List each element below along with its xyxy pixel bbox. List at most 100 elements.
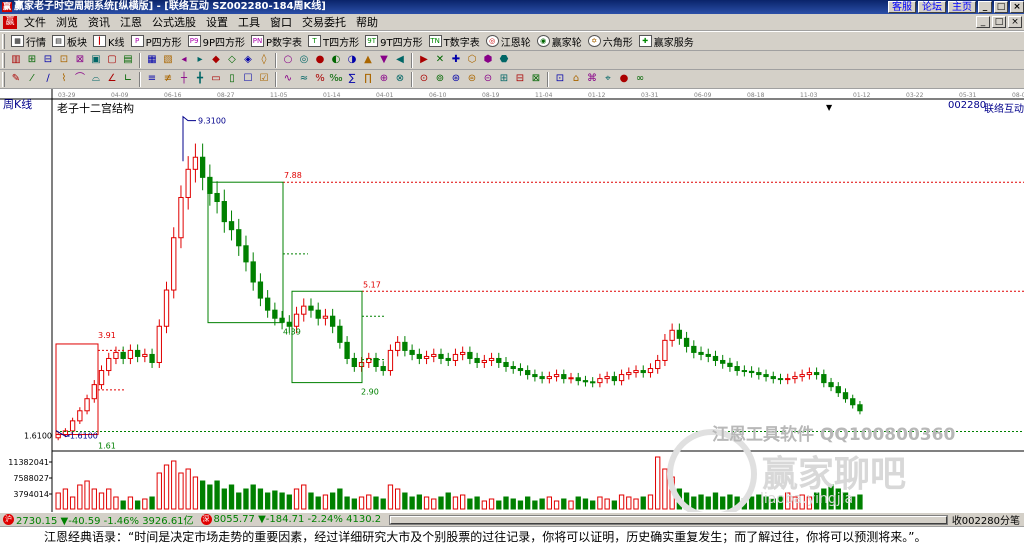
menu-info[interactable]: 资讯 [83,14,115,30]
indicator-tool-icon[interactable]: ⊟ [513,72,527,86]
indicator-tool-icon[interactable]: ⊡ [553,72,567,86]
drawing-tool-icon[interactable]: ◆ [209,53,223,67]
drawing-tool-icon[interactable]: ◇ [225,53,239,67]
customer-service-link[interactable]: 客服 [888,1,916,13]
indicator-tool-icon[interactable]: ∠ [105,72,119,86]
drawing-tool-icon[interactable]: ▤ [121,53,135,67]
mdi-minimize-button[interactable]: _ [976,16,990,28]
toolbar-sectors-button[interactable]: ▤ 板块 [49,33,90,49]
drawing-tool-icon[interactable]: ⊟ [41,53,55,67]
drawing-tool-icon[interactable]: ◊ [257,53,271,67]
indicator-tool-icon[interactable]: ⊚ [433,72,447,86]
chart-scrollbar[interactable] [389,514,948,525]
indicator-tool-icon[interactable]: ⊛ [449,72,463,86]
indicator-tool-icon[interactable]: ☑ [257,72,271,86]
drawing-tool-icon[interactable]: ⊠ [73,53,87,67]
toolbar-service-button[interactable]: ✚ 赢家服务 [636,33,697,49]
close-button[interactable]: × [1010,1,1024,13]
indicator-tool-icon[interactable]: ☐ [241,72,255,86]
toolbar-p-table-button[interactable]: PN P数字表 [248,33,305,49]
indicator-tool-icon[interactable]: ⌇ [57,72,71,86]
indicator-tool-icon[interactable]: ∕ [41,72,55,86]
mdi-restore-button[interactable]: □ [992,16,1006,28]
homepage-link[interactable]: 主页 [948,1,976,13]
drawing-tool-icon[interactable]: ⬣ [497,53,511,67]
forum-link[interactable]: 论坛 [918,1,946,13]
drawing-tool-icon[interactable]: ▢ [105,53,119,67]
drawing-tool-icon[interactable]: ▸ [193,53,207,67]
indicator-tool-icon[interactable]: ● [617,72,631,86]
indicator-tool-icon[interactable]: ⊠ [529,72,543,86]
toolbar-grip[interactable] [2,71,5,87]
toolbar-9p-square-button[interactable]: P9 9P四方形 [185,33,248,49]
indicator-tool-icon[interactable]: ⊗ [393,72,407,86]
indicator-tool-icon[interactable]: ⌒ [73,72,87,86]
drawing-tool-icon[interactable]: ◐ [329,53,343,67]
drawing-tool-icon[interactable]: ⊡ [57,53,71,67]
indicator-tool-icon[interactable]: ≈ [297,72,311,86]
indicator-tool-icon[interactable]: ⊙ [417,72,431,86]
menu-help[interactable]: 帮助 [351,14,383,30]
indicator-tool-icon[interactable]: ≢ [161,72,175,86]
toolbar-9t-square-button[interactable]: 9T 9T四方形 [362,33,425,49]
menu-formula[interactable]: 公式选股 [147,14,201,30]
indicator-tool-icon[interactable]: ≡ [145,72,159,86]
menu-browse[interactable]: 浏览 [51,14,83,30]
indicator-tool-icon[interactable]: ✎ [9,72,23,86]
tick-data-label[interactable]: 收002280分笔 [952,513,1020,526]
drawing-tool-icon[interactable]: ▧ [161,53,175,67]
drawing-tool-icon[interactable]: ▼ [377,53,391,67]
drawing-tool-icon[interactable]: ● [313,53,327,67]
indicator-tool-icon[interactable]: ∟ [121,72,135,86]
indicator-tool-icon[interactable]: ‰ [329,72,343,86]
drawing-tool-icon[interactable]: ◀ [393,53,407,67]
indicator-tool-icon[interactable]: ⌖ [601,72,615,86]
indicator-tool-icon[interactable]: ∿ [281,72,295,86]
toolbar-kline-button[interactable]: ┃ K线 [90,33,128,49]
drawing-tool-icon[interactable]: ▥ [9,53,23,67]
drawing-tool-icon[interactable]: ✕ [433,53,447,67]
indicator-tool-icon[interactable]: ⁄ [25,72,39,86]
indicator-tool-icon[interactable]: ⌂ [569,72,583,86]
minimize-button[interactable]: _ [978,1,992,13]
mdi-close-button[interactable]: × [1008,16,1022,28]
drawing-tool-icon[interactable]: ⬢ [481,53,495,67]
drawing-tool-icon[interactable]: ✚ [449,53,463,67]
indicator-tool-icon[interactable]: ∞ [633,72,647,86]
toolbar-p-square-button[interactable]: P P四方形 [128,33,185,49]
indicator-tool-icon[interactable]: ▯ [225,72,239,86]
menu-trade[interactable]: 交易委托 [297,14,351,30]
toolbar-t-square-button[interactable]: T T四方形 [305,33,362,49]
menu-gann[interactable]: 江恩 [115,14,147,30]
indicator-tool-icon[interactable]: ┼ [177,72,191,86]
shanghai-index-icon[interactable]: 沪 [3,514,14,525]
indicator-tool-icon[interactable]: ⌘ [585,72,599,86]
drawing-tool-icon[interactable]: ⊞ [25,53,39,67]
menu-settings[interactable]: 设置 [201,14,233,30]
drawing-tool-icon[interactable]: ◈ [241,53,255,67]
indicator-tool-icon[interactable]: ╋ [193,72,207,86]
toolbar-grip[interactable] [2,33,5,49]
menu-tools[interactable]: 工具 [233,14,265,30]
menu-window[interactable]: 窗口 [265,14,297,30]
scrollbar-thumb[interactable] [390,515,947,524]
toolbar-t-table-button[interactable]: TN T数字表 [426,33,483,49]
shenzhen-index-icon[interactable]: 深 [200,514,212,525]
drawing-tool-icon[interactable]: ▶ [417,53,431,67]
drawing-tool-icon[interactable]: ○ [281,53,295,67]
chart-menu-arrow-icon[interactable]: ▼ [826,103,832,112]
toolbar-winner-wheel-button[interactable]: ◉ 赢家轮 [534,33,585,49]
drawing-tool-icon[interactable]: ◂ [177,53,191,67]
toolbar-hexagram-button[interactable]: ✡ 六角形 [585,33,636,49]
indicator-tool-icon[interactable]: ⊜ [465,72,479,86]
maximize-button[interactable]: □ [994,1,1008,13]
indicator-tool-icon[interactable]: % [313,72,327,86]
indicator-tool-icon[interactable]: ∏ [361,72,375,86]
menu-file[interactable]: 文件 [19,14,51,30]
drawing-tool-icon[interactable]: ◎ [297,53,311,67]
toolbar-quotes-button[interactable]: ▦ 行情 [8,33,49,49]
indicator-tool-icon[interactable]: ⊞ [497,72,511,86]
drawing-tool-icon[interactable]: ◑ [345,53,359,67]
toolbar-gann-wheel-button[interactable]: ◎ 江恩轮 [483,33,534,49]
drawing-tool-icon[interactable]: ▲ [361,53,375,67]
